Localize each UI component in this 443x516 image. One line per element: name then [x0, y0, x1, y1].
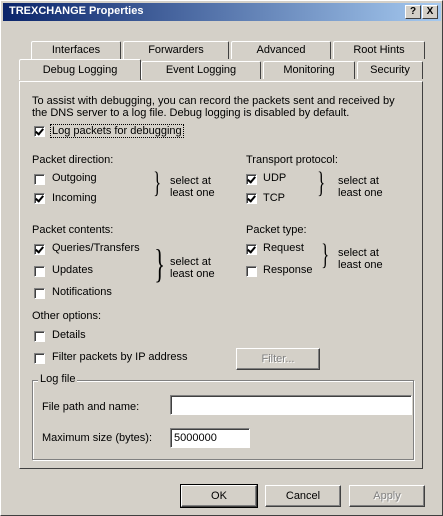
tab-forwarders[interactable]: Forwarders — [123, 41, 229, 59]
max-size-label: Maximum size (bytes): — [42, 432, 153, 444]
transport-note-2: least one — [338, 187, 383, 199]
direction-note-1: select at — [170, 175, 211, 187]
transport-heading: Transport protocol: — [246, 154, 338, 166]
request-checkbox[interactable] — [246, 244, 257, 255]
type-note-1: select at — [338, 247, 379, 259]
notifications-label[interactable]: Notifications — [52, 286, 112, 298]
log-file-group — [32, 380, 414, 460]
cancel-button[interactable]: Cancel — [265, 485, 341, 507]
debug-logging-panel: To assist with debugging, you can record… — [19, 81, 423, 469]
filter-button[interactable]: Filter... — [236, 348, 320, 370]
transport-brace: } — [317, 166, 326, 199]
max-size-input[interactable]: 5000000 — [170, 428, 250, 448]
queries-checkbox[interactable] — [34, 244, 45, 255]
tab-event-logging[interactable]: Event Logging — [141, 61, 261, 79]
udp-checkbox[interactable] — [246, 174, 257, 185]
window-title: TREXCHANGE Properties — [9, 5, 144, 17]
tab-advanced[interactable]: Advanced — [231, 41, 331, 59]
packet-direction-heading: Packet direction: — [32, 154, 114, 166]
apply-button[interactable]: Apply — [349, 485, 425, 507]
filter-ip-label[interactable]: Filter packets by IP address — [52, 351, 188, 363]
direction-brace: } — [153, 166, 162, 199]
help-icon[interactable]: ? — [405, 5, 421, 19]
properties-dialog: TREXCHANGE Properties ? X Interfaces For… — [0, 0, 443, 516]
tcp-checkbox[interactable] — [246, 193, 257, 204]
other-options-heading: Other options: — [32, 310, 102, 322]
details-label[interactable]: Details — [52, 329, 86, 341]
tcp-label[interactable]: TCP — [263, 192, 285, 204]
tab-security[interactable]: Security — [357, 61, 423, 79]
log-file-heading: Log file — [38, 373, 78, 385]
filter-ip-checkbox[interactable] — [34, 353, 45, 364]
response-checkbox[interactable] — [246, 266, 257, 277]
transport-note-1: select at — [338, 175, 379, 187]
incoming-label[interactable]: Incoming — [52, 192, 97, 204]
details-checkbox[interactable] — [34, 331, 45, 342]
log-packets-checkbox[interactable] — [34, 126, 45, 137]
outgoing-label[interactable]: Outgoing — [52, 172, 97, 184]
contents-note-1: select at — [170, 256, 211, 268]
udp-label[interactable]: UDP — [263, 172, 286, 184]
packet-contents-heading: Packet contents: — [32, 224, 114, 236]
type-note-2: least one — [338, 259, 383, 271]
file-path-label: File path and name: — [42, 401, 140, 413]
tab-interfaces[interactable]: Interfaces — [31, 41, 121, 59]
intro-line-1: To assist with debugging, you can record… — [32, 95, 395, 107]
updates-checkbox[interactable] — [34, 266, 45, 277]
response-label[interactable]: Response — [263, 264, 313, 276]
outgoing-checkbox[interactable] — [34, 174, 45, 185]
tab-monitoring[interactable]: Monitoring — [263, 61, 355, 79]
incoming-checkbox[interactable] — [34, 193, 45, 204]
request-label[interactable]: Request — [263, 242, 304, 254]
tab-root-hints[interactable]: Root Hints — [333, 41, 425, 59]
file-path-input[interactable] — [170, 395, 412, 415]
contents-brace: } — [154, 241, 165, 286]
direction-note-2: least one — [170, 187, 215, 199]
type-brace: } — [321, 238, 330, 271]
queries-label[interactable]: Queries/Transfers — [52, 242, 140, 254]
title-bar[interactable]: TREXCHANGE Properties ? X — [3, 3, 441, 21]
updates-label[interactable]: Updates — [52, 264, 93, 276]
contents-note-2: least one — [170, 268, 215, 280]
ok-button[interactable]: OK — [180, 484, 258, 508]
packet-type-heading: Packet type: — [246, 224, 307, 236]
tab-debug-logging[interactable]: Debug Logging — [19, 59, 141, 80]
notifications-checkbox[interactable] — [34, 288, 45, 299]
intro-line-2: the DNS server to a log file. Debug logg… — [32, 107, 350, 119]
log-packets-label[interactable]: Log packets for debugging — [50, 124, 184, 138]
close-icon[interactable]: X — [422, 5, 438, 19]
